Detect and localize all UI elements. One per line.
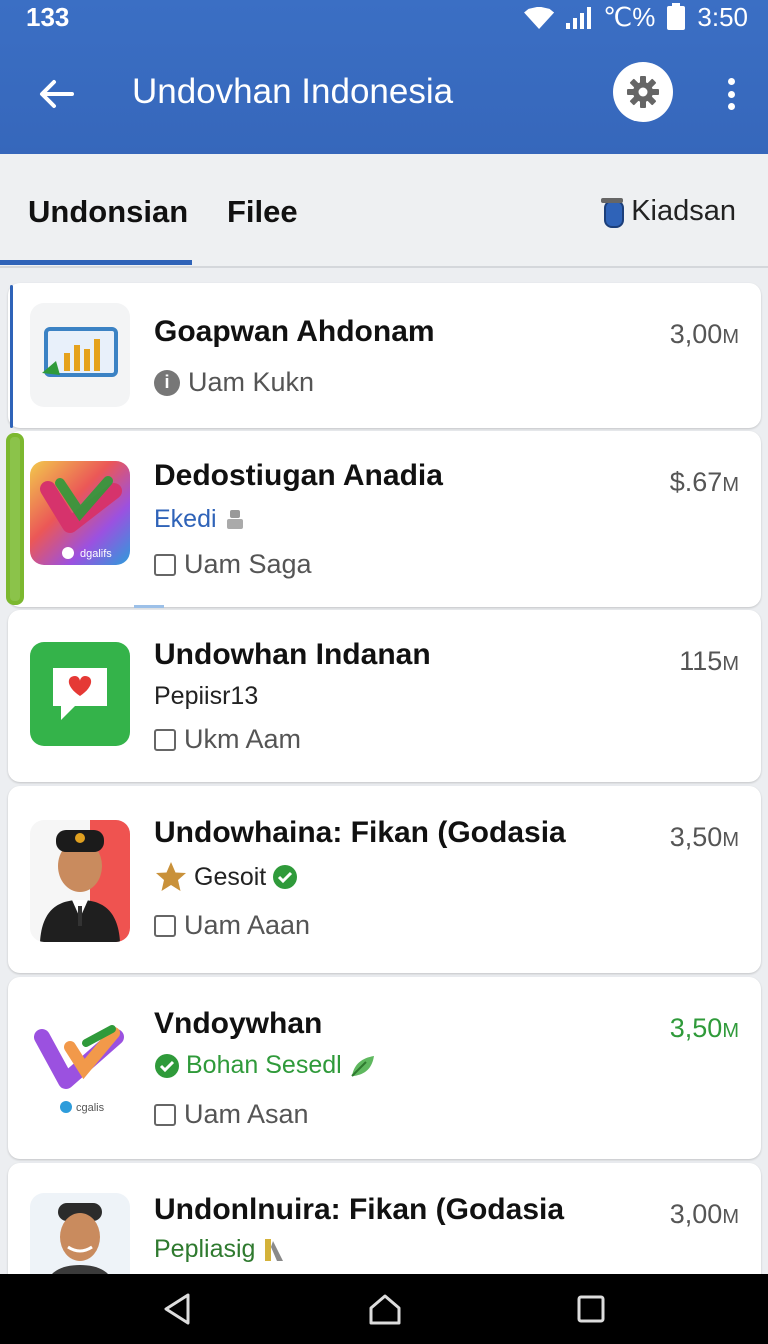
- item-size: 115M: [679, 646, 739, 676]
- item-meta: Uam Asan: [154, 1099, 309, 1130]
- nav-back-button[interactable]: [152, 1286, 202, 1332]
- item-meta: i Uam Kukn: [154, 367, 314, 398]
- verified-icon: [155, 1053, 179, 1078]
- status-time: 3:50: [697, 2, 748, 32]
- home-icon: [369, 1294, 401, 1325]
- checkbox-icon[interactable]: [154, 553, 176, 576]
- list-item[interactable]: Goapwan Ahdonam 3,00M i Uam Kukn: [8, 283, 761, 428]
- item-name: Goapwan Ahdonam: [154, 315, 435, 348]
- wifi-icon: [524, 7, 554, 29]
- kiadsan-label: Kiadsan: [631, 194, 736, 227]
- item-subtitle: Pepiisr13: [154, 682, 259, 710]
- tab-undonsian[interactable]: Undonsian: [28, 194, 188, 230]
- list-item[interactable]: Undowhan Indanan 115M Pepiisr13 Ukm Aam: [8, 610, 761, 782]
- list-item[interactable]: dgalifs Dedostiugan Anadia $.67M Ekedi U…: [6, 431, 761, 608]
- tab-bar: Undonsian Filee Kiadsan: [0, 154, 768, 268]
- nav-recents-button[interactable]: [566, 1286, 616, 1332]
- tab-indicator: [0, 260, 192, 265]
- more-options-button[interactable]: [716, 74, 746, 114]
- item-size: 3,50M: [669, 822, 739, 852]
- square-recents-icon: [577, 1295, 605, 1323]
- verified-icon: [273, 865, 298, 889]
- chart-app-icon: [30, 303, 130, 407]
- avatar: [30, 820, 130, 942]
- figure-icon: [226, 509, 243, 529]
- colorful-app-icon: cgalis: [30, 1003, 130, 1123]
- thumb-caption: cgalis: [76, 1102, 105, 1114]
- star-icon: [156, 862, 186, 891]
- settings-button[interactable]: [613, 62, 673, 122]
- item-name: Dedostiugan Anadia: [154, 459, 443, 492]
- checkbox-icon[interactable]: [154, 914, 176, 937]
- signal-icon: [566, 6, 592, 29]
- thumb-caption: dgalifs: [80, 548, 112, 560]
- item-meta: Ukm Aam: [154, 724, 301, 755]
- back-button[interactable]: [34, 72, 78, 116]
- checkbox-icon[interactable]: [154, 728, 176, 751]
- checkbox-icon[interactable]: [154, 1103, 176, 1126]
- item-meta: Uam Saga: [154, 549, 312, 580]
- tag-icon: [265, 1238, 284, 1261]
- item-subtitle: Gesoit: [154, 860, 298, 894]
- item-subtitle: Bohan Sesedl: [154, 1051, 376, 1080]
- item-size: 3,00M: [669, 319, 739, 349]
- chat-app-icon: [30, 642, 130, 746]
- navigation-bar: [0, 1274, 768, 1344]
- status-bar: 133 ℃% 3:50: [0, 0, 768, 34]
- gear-icon: [627, 76, 659, 108]
- more-dot-icon: [727, 78, 735, 85]
- info-icon: i: [154, 369, 180, 396]
- triangle-back-icon: [164, 1293, 190, 1325]
- page-title: Undovhan Indonesia: [132, 72, 454, 111]
- list-item[interactable]: cgalis Vndoywhan 3,50M Bohan Sesedl Uam …: [8, 977, 761, 1159]
- divider: [134, 605, 164, 608]
- pin-icon: [601, 194, 625, 228]
- item-name: Undowhan Indanan: [154, 638, 431, 671]
- item-meta: Uam Aaan: [154, 910, 310, 941]
- item-subtitle: Ekedi: [154, 505, 247, 534]
- item-subtitle: Pepliasig: [154, 1235, 287, 1264]
- item-name: Undowhaina: Fikan (Godasia: [154, 816, 566, 849]
- status-left-text: 133: [26, 2, 70, 32]
- kiadsan-button[interactable]: Kiadsan: [601, 194, 736, 228]
- more-dot-icon: [727, 103, 735, 110]
- item-name: Vndoywhan: [154, 1007, 323, 1040]
- nav-home-button[interactable]: [360, 1286, 410, 1332]
- app-bar: 133 ℃% 3:50 Undovhan Indonesia: [0, 0, 768, 154]
- list-item[interactable]: Undowhaina: Fikan (Godasia 3,50M Gesoit …: [8, 786, 761, 973]
- arrow-left-icon: [40, 80, 74, 108]
- item-size: 3,50M: [669, 1013, 739, 1043]
- item-size: 3,00M: [669, 1199, 739, 1229]
- more-dot-icon: [727, 90, 735, 98]
- tab-filee[interactable]: Filee: [227, 194, 298, 230]
- status-icons: ℃% 3:50: [524, 2, 748, 33]
- selection-bar: [10, 285, 13, 428]
- colorful-app-icon: dgalifs: [30, 461, 130, 565]
- selection-bar: [6, 433, 24, 605]
- battery-icon: [667, 2, 686, 30]
- status-symbols: ℃%: [603, 2, 656, 32]
- item-name: Undonlnuira: Fikan (Godasia: [154, 1193, 565, 1226]
- leaf-icon: [350, 1055, 374, 1077]
- item-size: $.67M: [669, 467, 739, 497]
